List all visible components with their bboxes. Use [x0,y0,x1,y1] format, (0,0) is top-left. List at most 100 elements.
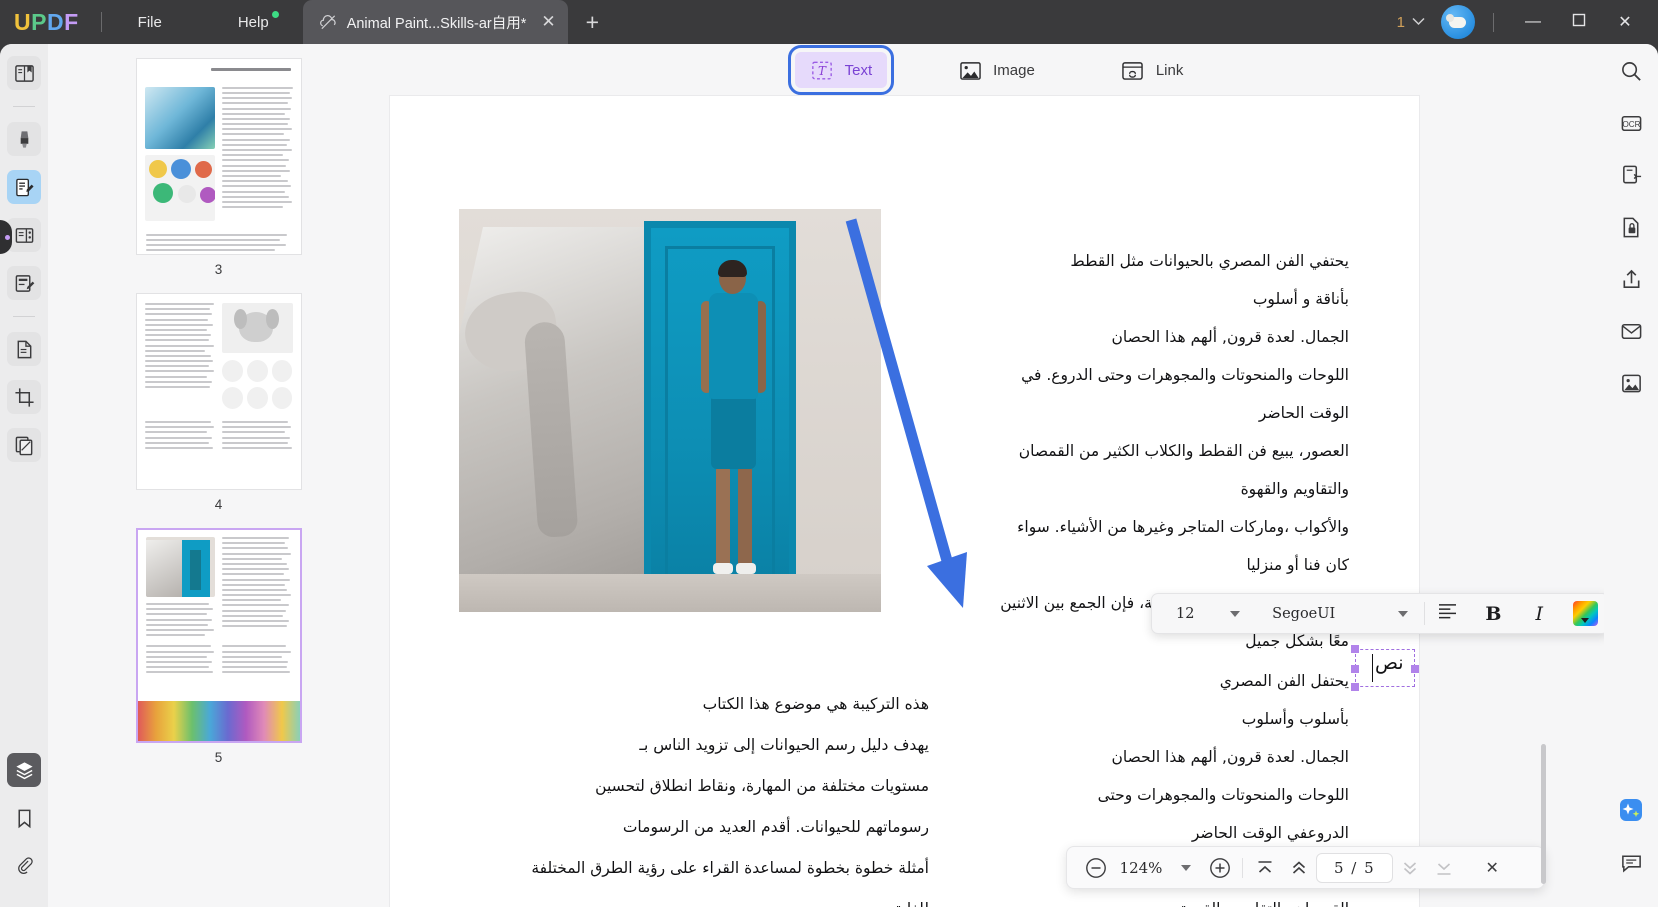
chat-icon[interactable] [1614,845,1648,879]
page-line: اللوحات والمنحوتات والمجوهرات وحتى [1097,786,1349,804]
text-box-value: نص [1375,652,1404,674]
thumbnail-page-number: 4 [214,497,223,512]
tab-link-mode[interactable]: Link [1106,52,1199,88]
zoom-preset-dropdown[interactable] [1169,851,1203,885]
maximize-button[interactable] [1556,13,1602,32]
logo-letter-d: D [46,8,65,35]
user-avatar[interactable] [1441,5,1475,39]
updf-logo: U P D F [14,9,79,36]
tab-link-label: Link [1155,61,1184,79]
page-text-left-lower[interactable]: هذه التركيبة هي موضوع هذا الكتاب يهدف دل… [509,684,929,907]
page-line: بأسلوب وأسلوب [1241,710,1349,728]
zoom-in-button[interactable] [1203,851,1237,885]
page-indicator-input[interactable]: 5 / 5 [1316,852,1394,883]
mail-icon[interactable] [1614,314,1648,348]
thumbnail-page-3[interactable] [135,58,302,255]
sidebar-item-convert[interactable] [7,332,41,366]
chevron-down-icon[interactable] [1412,15,1425,29]
close-window-button[interactable]: ✕ [1602,12,1648,32]
thumbnail-item[interactable]: 4 [48,293,389,524]
previous-page-button[interactable] [1282,851,1316,885]
lock-document-icon[interactable] [1614,210,1648,244]
sidebar-item-layers[interactable] [7,753,41,787]
image-tool-icon [958,59,982,81]
tab-text-label: Text [844,61,873,79]
sidebar-item-sign[interactable] [7,266,41,300]
sidebar-item-annotate[interactable] [7,122,41,156]
resize-handle-left[interactable] [1351,665,1359,673]
page-line: والتقاويم والقهوة [1240,480,1349,498]
sidebar-item-batch[interactable] [7,428,41,462]
left-toolbar [0,44,48,907]
ocr-icon[interactable]: OCR [1614,106,1648,140]
last-page-button[interactable] [1427,851,1461,885]
text-color-button[interactable] [1562,594,1608,633]
pdf-page[interactable]: يحتفي الفن المصري بالحيوانات مثل القطط ب… [390,96,1419,907]
page-line: للغاية [509,889,929,907]
sidebar-item-reader[interactable] [7,56,41,90]
share-icon[interactable] [1614,262,1648,296]
close-navbar-button[interactable]: ✕ [1475,851,1509,885]
resize-handle-right[interactable] [1411,665,1419,673]
sidebar-item-attachments[interactable] [7,849,41,883]
document-tab[interactable]: Animal Paint...Skills-ar自用* ✕ [302,0,568,44]
app-body: 3 4 5 T Text Image Link يحتفي الفن المصر… [0,44,1658,907]
selected-text-box[interactable]: نص [1351,645,1419,691]
thumbnail-item[interactable]: 5 [48,528,389,777]
zoom-out-button[interactable] [1079,851,1113,885]
thumbnail-item[interactable]: 3 [48,58,389,289]
tab-image-mode[interactable]: Image [943,52,1050,88]
zoom-level-value[interactable]: 124% [1113,859,1169,877]
page-line: يهدف دليل رسم الحيوانات إلى تزويد الناس … [639,736,929,754]
document-viewer: T Text Image Link يحتفي الفن المصري بالح… [389,44,1609,907]
new-tab-button[interactable]: + [586,9,599,36]
font-size-select[interactable]: 12 [1152,594,1256,633]
nav-divider [1242,857,1243,878]
page-line: الجمال. لعدة قرون, ألهم هذا الحصان [1111,748,1349,766]
close-tab-icon[interactable]: ✕ [541,12,555,32]
menu-help[interactable]: Help [224,8,283,37]
resize-handle-bottom-left[interactable] [1351,683,1359,691]
vertical-scrollbar[interactable] [1541,744,1546,884]
page-photo[interactable] [459,209,881,612]
page-line: يحتفل الفن المصري [1219,672,1349,690]
updf-window: U P D F File Help Animal Paint...Skills-… [0,0,1658,907]
menu-file[interactable]: File [124,8,176,37]
first-page-button[interactable] [1248,851,1282,885]
bold-button[interactable]: B [1471,594,1517,633]
italic-button[interactable]: I [1516,594,1562,633]
titlebar-divider [100,12,102,32]
logo-letter-u: U [14,8,32,35]
page-line: الجمال. لعدة قرون, ألهم هذا الحصان [1111,328,1349,346]
text-tool-icon: T [810,59,834,81]
page-line: أمثلة خطوة بخطوة لمساعدة القراء على رؤية… [531,859,929,877]
page-line: القمصان والتقاويم والقهوة [979,890,1349,907]
cloud-slash-icon [319,13,338,32]
resize-handle-top-left[interactable] [1351,645,1359,653]
font-family-select[interactable]: SegoeUI [1256,594,1424,633]
sidebar-item-crop[interactable] [7,380,41,414]
search-icon[interactable] [1614,54,1648,88]
align-button[interactable] [1425,594,1471,633]
page-line: الوقت الحاضر [1258,404,1349,422]
help-notification-dot [271,10,279,18]
thumbnail-page-5[interactable] [135,528,302,743]
rail-divider-2 [13,316,35,317]
document-tab-title: Animal Paint...Skills-ar自用* [346,15,527,32]
align-left-icon [1438,603,1457,625]
sidebar-item-bookmarks[interactable] [7,801,41,835]
compress-icon[interactable] [1614,158,1648,192]
thumbnail-page-4[interactable] [135,293,302,490]
minimize-button[interactable]: — [1510,13,1556,31]
sidebar-item-edit-pdf[interactable] [7,170,41,204]
thumbnail-panel[interactable]: 3 4 5 [48,44,389,907]
next-page-button[interactable] [1393,851,1427,885]
tab-text-mode[interactable]: T Text [787,45,895,95]
chevron-down-icon [1397,610,1408,617]
sidebar-item-organize[interactable] [7,218,41,252]
ai-sparkle-icon[interactable] [1614,793,1648,827]
menu-help-label: Help [237,13,269,31]
elephant-drawing [459,227,659,612]
tab-image-label: Image [993,61,1035,79]
save-image-icon[interactable] [1614,366,1648,400]
